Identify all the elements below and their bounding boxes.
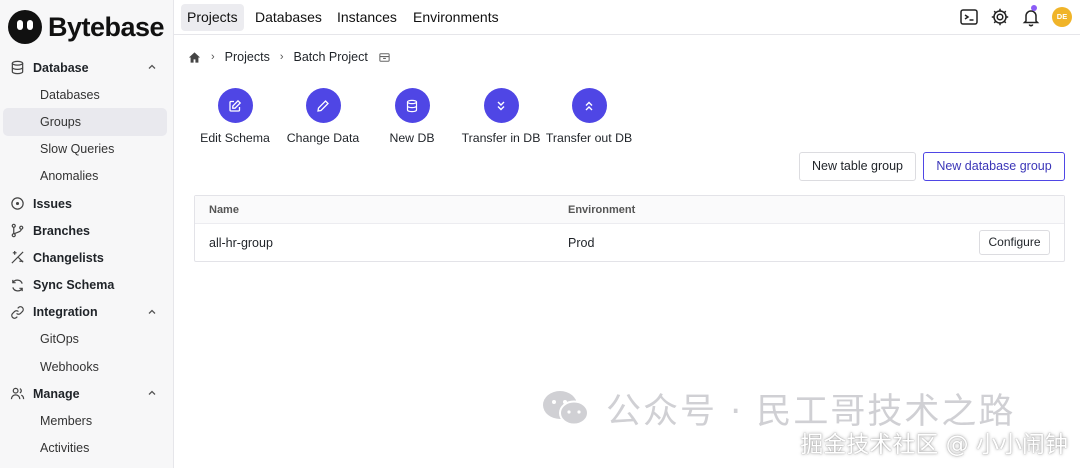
issue-circle-icon [11,197,24,210]
terminal-icon[interactable] [959,7,979,27]
transfer-out-db-action[interactable]: Transfer out DB [539,88,639,145]
sidebar-item-label: Members [40,414,93,429]
sidebar-item-database[interactable]: Database [0,54,174,81]
group-environment: Prod [568,236,595,250]
sidebar-item-members[interactable]: Members [0,407,174,434]
sidebar-item-changelists[interactable]: Changelists [0,244,174,271]
chevron-right-icon: › [211,51,215,63]
chevron-right-icon: › [279,51,284,63]
group-name: all-hr-group [209,236,273,250]
avatar[interactable]: DE [1052,7,1072,27]
sidebar-item-label: Changelists [33,250,104,265]
action-label: Transfer in DB [461,131,541,145]
sidebar-item-label: Integration [33,305,98,320]
database-icon [394,88,430,123]
database-icon [11,60,24,75]
chevrons-down-icon [483,88,519,123]
sidebar-item-groups[interactable]: Groups [3,108,167,136]
table-header: Name Environment [195,196,1064,224]
change-data-action[interactable]: Change Data [273,88,373,145]
chevron-up-icon[interactable] [147,307,157,317]
sidebar-item-label: Groups [40,114,81,129]
edit-schema-icon [217,88,253,123]
sidebar: Bytebase Database Databases Groups Slow … [0,0,174,468]
chevron-up-icon[interactable] [147,388,157,398]
column-header-name: Name [209,204,239,216]
database-groups-table: Name Environment all-hr-group Prod Confi… [194,195,1065,262]
sidebar-item-databases[interactable]: Databases [0,81,174,108]
new-database-group-button[interactable]: New database group [923,152,1065,181]
sidebar-item-gitops[interactable]: GitOps [0,326,174,353]
chevron-up-icon[interactable] [147,62,157,72]
action-label: New DB [389,131,435,145]
sidebar-item-label: Anomalies [40,169,99,184]
gear-icon[interactable] [990,7,1010,27]
sidebar-item-label: Branches [33,223,90,238]
action-label: Transfer out DB [545,131,633,145]
breadcrumb-batch-project: Batch Project [293,50,368,64]
sidebar-item-label: Sync Schema [33,278,115,293]
sidebar-item-slow-queries[interactable]: Slow Queries [0,136,174,163]
breadcrumb-projects[interactable]: Projects [225,50,270,64]
tab-environments[interactable]: Environments [407,4,505,31]
sidebar-item-label: Webhooks [40,359,99,374]
sync-icon [12,278,23,292]
table-row[interactable]: all-hr-group Prod Configure [195,224,1064,261]
action-label: Edit Schema [200,131,270,145]
chevrons-up-icon [571,88,607,123]
sidebar-item-branches[interactable]: Branches [0,217,174,244]
sidebar-item-label: Activities [40,441,90,456]
users-icon [10,387,25,400]
top-nav-bar: Projects Databases Instances Environment… [174,0,1080,35]
tab-projects[interactable]: Projects [181,4,244,31]
transfer-in-db-action[interactable]: Transfer in DB [451,88,551,145]
sidebar-item-issues[interactable]: Issues [0,190,174,217]
sidebar-nav: Database Databases Groups Slow Queries A… [0,54,174,462]
sidebar-item-sync-schema[interactable]: Sync Schema [0,272,174,299]
bytebase-logo-icon [8,10,42,44]
breadcrumb: › Projects › Batch Project [188,48,391,66]
action-label: Change Data [286,131,360,145]
configure-button[interactable]: Configure [979,230,1050,255]
sidebar-item-manage[interactable]: Manage [0,380,174,407]
pencil-icon [305,88,341,123]
sidebar-item-label: GitOps [40,332,79,347]
changelist-icon [11,251,24,264]
app-name: Bytebase [48,11,165,42]
column-header-environment: Environment [568,204,636,216]
notification-dot [1031,5,1037,11]
sidebar-item-integration[interactable]: Integration [0,299,174,326]
sidebar-item-label: Issues [33,196,72,211]
sidebar-item-anomalies[interactable]: Anomalies [0,163,174,190]
wechat-icon [543,391,589,426]
new-db-action[interactable]: New DB [362,88,462,145]
tab-databases[interactable]: Databases [249,4,328,31]
sidebar-item-webhooks[interactable]: Webhooks [0,353,174,380]
sidebar-item-label: Manage [33,386,80,401]
watermark-line2: 掘金技术社区 @ 小小闹钟 [800,432,1068,458]
branch-icon [11,223,24,238]
home-icon[interactable] [188,51,201,64]
link-icon [11,305,24,319]
bytebase-logo[interactable]: Bytebase [8,9,165,45]
edit-schema-action[interactable]: Edit Schema [185,88,285,145]
tab-instances[interactable]: Instances [331,4,403,31]
sidebar-item-label: Databases [40,87,100,102]
sidebar-item-label: Database [33,60,89,75]
sidebar-item-activities[interactable]: Activities [0,435,174,462]
archive-icon[interactable] [378,51,391,64]
new-table-group-button[interactable]: New table group [799,152,916,181]
sidebar-item-label: Slow Queries [40,142,115,157]
